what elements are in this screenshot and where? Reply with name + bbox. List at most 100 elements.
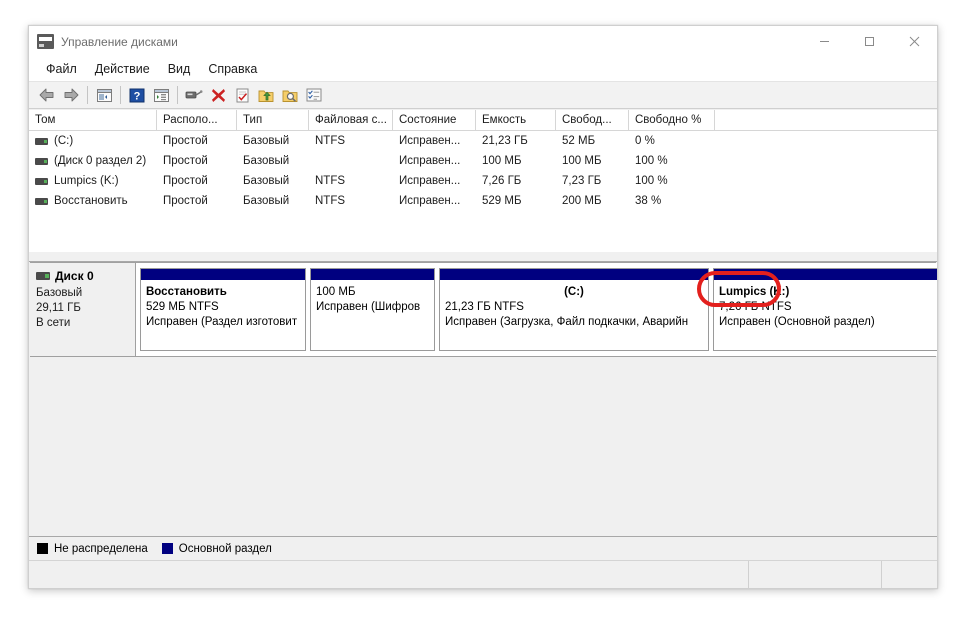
partition-size: 21,23 ГБ NTFS — [445, 301, 524, 313]
legend-item-unallocated: Не распределена — [37, 543, 148, 555]
column-header-capacity[interactable]: Емкость — [476, 110, 556, 130]
cell-layout: Простой — [163, 135, 208, 147]
close-button[interactable] — [892, 26, 937, 57]
column-header-type[interactable]: Тип — [237, 110, 309, 130]
partition-efi[interactable]: 100 МБ Исправен (Шифров — [310, 268, 435, 351]
view-list-button[interactable] — [302, 83, 326, 107]
minimize-button[interactable] — [802, 26, 847, 57]
legend-label-unallocated: Не распределена — [54, 542, 148, 555]
volume-list-body: (C:) Простой Базовый NTFS Исправен... 21… — [29, 131, 937, 211]
column-header-volume[interactable]: Том — [29, 110, 157, 130]
partition-status: Исправен (Загрузка, Файл подкачки, Авари… — [445, 316, 689, 328]
cell-volume-label: Lumpics (K:) — [54, 175, 119, 187]
volume-list-header: Том Располо... Тип Файловая с... Состоян… — [29, 110, 937, 131]
menu-item-help[interactable]: Справка — [199, 60, 266, 78]
partition-color-bar — [440, 269, 708, 281]
legend-item-primary: Основной раздел — [161, 542, 272, 555]
partition-label: Lumpics (K:) — [719, 286, 790, 298]
column-header-filesystem[interactable]: Файловая с... — [309, 110, 393, 130]
cell-capacity: 7,26 ГБ — [482, 175, 522, 187]
delete-icon — [211, 88, 225, 102]
cell-volume-label: Восстановить — [54, 195, 128, 207]
cell-free: 200 МБ — [562, 195, 602, 207]
status-bar-pane-b — [882, 561, 937, 588]
status-bar-pane-a — [749, 561, 882, 588]
column-header-spacer[interactable] — [715, 110, 937, 130]
volume-icon — [35, 137, 48, 145]
disk-name: Диск 0 — [55, 269, 94, 283]
partition-color-bar — [714, 269, 937, 281]
toolbar-separator-3 — [177, 86, 178, 104]
column-header-free[interactable]: Свобод... — [556, 110, 629, 130]
show-console-tree-button[interactable] — [92, 83, 116, 107]
volume-icon — [35, 177, 48, 185]
cell-free-pct: 100 % — [635, 155, 668, 167]
show-action-pane-button[interactable] — [149, 83, 173, 107]
partition-color-bar — [141, 269, 305, 281]
partition-c[interactable]: (C:) 21,23 ГБ NTFS Исправен (Загрузка, Ф… — [439, 268, 709, 351]
graphical-disk-pane: Диск 0 Базовый 29,11 ГБ В сети Восстанов… — [29, 262, 937, 536]
legend-swatch-unallocated — [37, 543, 48, 554]
delete-button[interactable] — [206, 83, 230, 107]
folder-search-icon — [282, 90, 298, 102]
export-list-button[interactable] — [254, 83, 278, 107]
cell-type: Базовый — [243, 155, 290, 167]
cell-status: Исправен... — [399, 195, 461, 207]
legend-swatch-primary — [161, 543, 173, 554]
cell-free: 100 МБ — [562, 155, 602, 167]
maximize-button[interactable] — [847, 26, 892, 57]
window-title: Управление дисками — [61, 34, 178, 49]
cell-volume-label: (Диск 0 раздел 2) — [54, 155, 147, 167]
cell-filesystem: NTFS — [315, 175, 346, 187]
show-console-tree-icon — [96, 88, 112, 102]
back-button[interactable] — [35, 83, 59, 107]
cell-capacity: 529 МБ — [482, 195, 522, 207]
cell-volume: (Диск 0 раздел 2) — [29, 155, 157, 167]
table-row[interactable]: (C:) Простой Базовый NTFS Исправен... 21… — [29, 131, 937, 151]
help-button[interactable]: ? — [125, 83, 149, 107]
back-arrow-icon — [39, 88, 54, 102]
rescan-disks-button[interactable] — [182, 83, 206, 107]
pane-splitter[interactable] — [29, 252, 937, 262]
table-row[interactable]: Lumpics (K:) Простой Базовый NTFS Исправ… — [29, 171, 937, 191]
partition-size: 529 МБ NTFS — [146, 301, 219, 313]
partition-label: (C:) — [564, 286, 584, 298]
window-controls — [802, 26, 937, 57]
cell-layout: Простой — [163, 195, 208, 207]
status-bar — [29, 560, 937, 588]
menu-item-view[interactable]: Вид — [159, 60, 200, 78]
cell-layout: Простой — [163, 155, 208, 167]
partition-color-bar — [311, 269, 434, 281]
legend-label-primary: Основной раздел — [178, 542, 272, 555]
toolbar: ? — [29, 81, 937, 109]
search-folder-button[interactable] — [278, 83, 302, 107]
cell-free: 52 МБ — [562, 135, 596, 147]
partition-body: Lumpics (K:) 7,26 ГБ NTFS Исправен (Осно… — [714, 281, 937, 330]
cell-type: Базовый — [243, 195, 290, 207]
disk-title: Диск 0 — [36, 269, 135, 283]
partition-status: Исправен (Раздел изготовит — [146, 316, 298, 328]
menu-item-action[interactable]: Действие — [86, 60, 159, 78]
cell-status: Исправен... — [399, 175, 461, 187]
partition-recovery[interactable]: Восстановить 529 МБ NTFS Исправен (Разде… — [140, 268, 306, 351]
column-header-free-pct[interactable]: Свободно % — [629, 110, 715, 130]
column-header-layout[interactable]: Располо... — [157, 110, 237, 130]
cell-layout: Простой — [163, 175, 208, 187]
table-row[interactable]: (Диск 0 раздел 2) Простой Базовый Исправ… — [29, 151, 937, 171]
title-bar: Управление дисками — [29, 26, 937, 57]
forward-button[interactable] — [59, 83, 83, 107]
volume-icon — [35, 157, 48, 165]
folder-up-icon — [258, 90, 274, 102]
checklist-icon — [236, 88, 248, 102]
menu-item-file[interactable]: Файл — [37, 60, 86, 78]
close-icon — [909, 36, 920, 47]
column-header-status[interactable]: Состояние — [393, 110, 476, 130]
properties-button[interactable] — [230, 83, 254, 107]
disk-info-panel[interactable]: Диск 0 Базовый 29,11 ГБ В сети — [30, 263, 136, 356]
cell-volume-label: (C:) — [54, 135, 74, 147]
table-row[interactable]: Восстановить Простой Базовый NTFS Исправ… — [29, 191, 937, 211]
partition-lumpics-k[interactable]: Lumpics (K:) 7,26 ГБ NTFS Исправен (Осно… — [713, 268, 937, 351]
disk-management-icon — [37, 34, 54, 49]
toolbar-separator-1 — [87, 86, 88, 104]
maximize-icon — [865, 37, 874, 46]
